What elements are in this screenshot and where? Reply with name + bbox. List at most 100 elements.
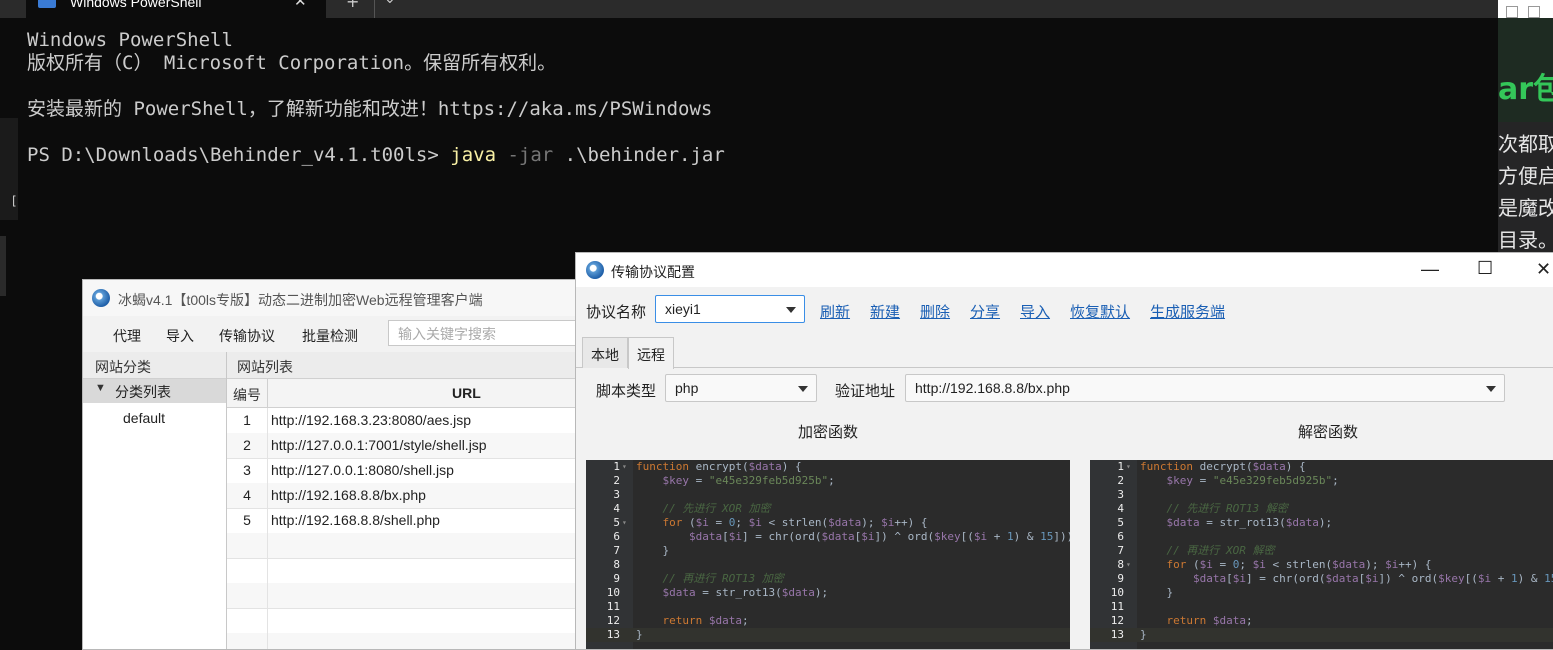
restore-default-link[interactable]: 恢复默认 <box>1070 301 1130 322</box>
table-row[interactable]: 2 http://127.0.0.1:7001/style/shell.jsp <box>227 433 603 459</box>
refresh-link[interactable]: 刷新 <box>820 301 850 322</box>
code-text: $key = "e45e329feb5d925b"; <box>662 474 835 487</box>
code-line[interactable]: 3 <box>586 488 1070 502</box>
import-link[interactable]: 导入 <box>1020 301 1050 322</box>
menu-batch-check[interactable]: 批量检测 <box>302 326 358 346</box>
line-number: 11 <box>1110 600 1124 613</box>
code-line[interactable]: 11 <box>1090 600 1553 614</box>
code-line[interactable]: 11 <box>586 600 1070 614</box>
fold-arrow-icon[interactable]: ▾ <box>622 516 627 530</box>
protocol-window-title: 传输协议配置 <box>611 264 695 280</box>
menu-transport-protocol[interactable]: 传输协议 <box>219 326 275 346</box>
background-window-edge: [ <box>0 118 18 220</box>
close-icon[interactable]: ✕ <box>1536 259 1551 280</box>
row-number: 3 <box>243 462 251 478</box>
code-line[interactable]: 7 } <box>586 544 1070 558</box>
chevron-down-icon[interactable]: ⌄ <box>384 0 396 7</box>
category-tree-root[interactable]: ▼ 分类列表 <box>83 379 226 403</box>
fold-arrow-icon[interactable]: ▾ <box>1126 558 1131 572</box>
behinder-title-bar[interactable]: 冰蝎v4.1【t00ls专版】动态二进制加密Web远程管理客户端 <box>83 280 603 316</box>
code-line[interactable]: 13} <box>1090 628 1553 642</box>
tab-local[interactable]: 本地 <box>582 337 628 368</box>
line-number: 13 <box>1110 628 1124 641</box>
column-url-header[interactable]: URL <box>452 385 481 401</box>
delete-link[interactable]: 删除 <box>920 301 950 322</box>
code-text: } <box>1140 586 1174 599</box>
fold-arrow-icon[interactable]: ▾ <box>622 460 627 474</box>
code-line[interactable]: 5 $data = str_rot13($data); <box>1090 516 1553 530</box>
code-line[interactable]: 10 $data = str_rot13($data); <box>586 586 1070 600</box>
code-line[interactable]: 8 <box>586 558 1070 572</box>
close-tab-icon[interactable]: ✕ <box>294 0 307 10</box>
behinder-title: 冰蝎v4.1【t00ls专版】动态二进制加密Web远程管理客户端 <box>118 292 483 308</box>
verify-url-value: http://192.168.8.8/bx.php <box>915 380 1070 396</box>
verify-url-select[interactable]: http://192.168.8.8/bx.php <box>905 374 1505 402</box>
code-text: // 先进行 ROT13 解密 <box>1166 502 1288 515</box>
code-line[interactable]: 12 return $data; <box>1090 614 1553 628</box>
menu-import[interactable]: 导入 <box>166 326 194 346</box>
terminal-line: 安装最新的 PowerShell，了解新功能和改进！https://aka.ms… <box>27 98 713 120</box>
code-text: $data[$i] = chr(ord($data[$i]) ^ ord($ke… <box>688 530 1070 543</box>
code-line[interactable]: 12 return $data; <box>586 614 1070 628</box>
code-line[interactable]: 4 // 先进行 ROT13 解密 <box>1090 502 1553 516</box>
code-line[interactable]: 10 } <box>1090 586 1553 600</box>
code-line[interactable]: 2 $key = "e45e329feb5d925b"; <box>1090 474 1553 488</box>
decrypt-code-editor[interactable]: 1 ▾ function decrypt($data) {2 $key = "e45… <box>1090 460 1553 649</box>
expand-triangle-icon[interactable]: ▼ <box>95 382 106 394</box>
protocol-config-window: 传输协议配置 — ☐ ✕ 协议名称 xieyi1 刷新 新建 删除 分享 导入 … <box>575 252 1553 650</box>
code-text: function decrypt($data) { <box>1140 460 1306 473</box>
code-line[interactable]: 4 // 先进行 XOR 加密 <box>586 502 1070 516</box>
code-line[interactable]: 8 ▾ for ($i = 0; $i < strlen($data); $i++… <box>1090 558 1553 572</box>
code-text: } <box>636 628 643 641</box>
generate-server-link[interactable]: 生成服务端 <box>1150 301 1225 322</box>
line-number: 6 <box>613 530 620 543</box>
code-line[interactable]: 7 // 再进行 XOR 解密 <box>1090 544 1553 558</box>
code-line[interactable]: 9 // 再进行 ROT13 加密 <box>586 572 1070 586</box>
table-row[interactable]: 3 http://127.0.0.1:8080/shell.jsp <box>227 458 603 484</box>
fold-arrow-icon[interactable]: ▾ <box>1126 460 1131 474</box>
code-text: $key = "e45e329feb5d925b"; <box>1166 474 1339 487</box>
terminal-tab[interactable]: Windows PowerShell ✕ <box>26 0 326 18</box>
row-number: 5 <box>243 512 251 528</box>
code-line[interactable]: 6 $data[$i] = chr(ord($data[$i]) ^ ord($… <box>586 530 1070 544</box>
code-text: function encrypt($data) { <box>636 460 802 473</box>
code-line[interactable]: 2 $key = "e45e329feb5d925b"; <box>586 474 1070 488</box>
share-link[interactable]: 分享 <box>970 301 1000 322</box>
maximize-icon[interactable]: ☐ <box>1477 258 1493 279</box>
code-line[interactable]: 6 <box>1090 530 1553 544</box>
code-text: $data = str_rot13($data); <box>662 586 829 599</box>
search-input[interactable]: 输入关键字搜索 <box>388 320 590 346</box>
protocol-name-select[interactable]: xieyi1 <box>655 295 805 323</box>
line-number: 11 <box>606 600 620 613</box>
minimize-icon[interactable]: — <box>1421 259 1439 280</box>
background-text-line: 目录。 <box>1498 228 1553 252</box>
category-item-default[interactable]: default <box>123 410 165 426</box>
table-row[interactable]: 4 http://192.168.8.8/bx.php <box>227 483 603 509</box>
script-type-select[interactable]: php <box>665 374 817 402</box>
code-line[interactable]: 9 $data[$i] = chr(ord($data[$i]) ^ ord($… <box>1090 572 1553 586</box>
code-line[interactable]: 5 ▾ for ($i = 0; $i < strlen($data); $i++… <box>586 516 1070 530</box>
tab-remote[interactable]: 远程 <box>628 337 674 369</box>
code-line[interactable]: 1 ▾ function decrypt($data) { <box>1090 460 1553 474</box>
code-line[interactable]: 13} <box>586 628 1070 642</box>
column-number-header[interactable]: 编号 <box>227 379 268 407</box>
table-row[interactable]: 5 http://192.168.8.8/shell.php <box>227 508 603 534</box>
script-type-label: 脚本类型 <box>596 383 657 400</box>
new-tab-button[interactable]: + <box>346 0 359 11</box>
code-line[interactable]: 1 ▾ function encrypt($data) { <box>586 460 1070 474</box>
code-line[interactable]: 3 <box>1090 488 1553 502</box>
encrypt-code-editor[interactable]: 1 ▾ function encrypt($data) {2 $key = "e45… <box>586 460 1070 649</box>
remote-settings-row: 脚本类型 php 验证地址 http://192.168.8.8/bx.php <box>576 368 1553 408</box>
new-link[interactable]: 新建 <box>870 301 900 322</box>
row-number: 2 <box>243 437 251 453</box>
line-number: 12 <box>606 614 620 627</box>
decrypt-function-header: 解密函数 <box>1298 424 1359 441</box>
menu-proxy[interactable]: 代理 <box>113 326 141 346</box>
code-text: } <box>1140 628 1147 641</box>
table-row[interactable]: 1 http://192.168.3.23:8080/aes.jsp <box>227 408 603 434</box>
protocol-title-bar[interactable]: 传输协议配置 — ☐ ✕ <box>576 253 1553 287</box>
code-text: return $data; <box>1166 614 1253 627</box>
protocol-tabs: 本地 远程 <box>576 335 1553 369</box>
row-url: http://127.0.0.1:8080/shell.jsp <box>271 462 454 478</box>
row-url: http://127.0.0.1:7001/style/shell.jsp <box>271 437 487 453</box>
